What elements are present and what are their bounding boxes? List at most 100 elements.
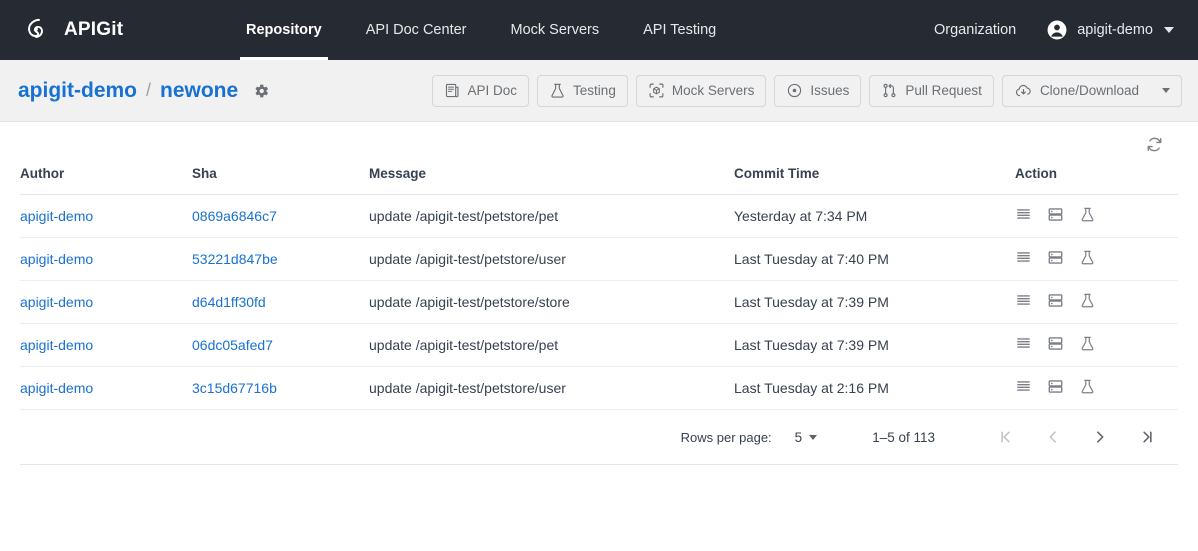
account-circle-icon [1047,20,1067,40]
mock-servers-button[interactable]: Mock Servers [635,74,767,107]
sha-link[interactable]: 0869a6846c7 [192,208,277,224]
row-action-commit-detail[interactable] [1015,206,1032,226]
row-action-mock-server[interactable] [1047,335,1064,355]
testing-button[interactable]: Testing [537,74,628,107]
api-doc-icon [445,83,459,98]
breadcrumb-owner[interactable]: apigit-demo [18,79,137,103]
row-action-testing[interactable] [1079,249,1096,269]
cell-sha: 0869a6846c7 [192,194,369,238]
column-header-sha[interactable]: Sha [192,166,369,195]
row-action-mock-server[interactable] [1047,206,1064,226]
row-action-testing[interactable] [1079,206,1096,226]
table-header-row: Author Sha Message Commit Time Action [20,166,1178,195]
chevron-down-icon [1164,27,1174,33]
row-action-icons [1015,292,1178,312]
pull-request-button[interactable]: Pull Request [869,74,994,107]
author-link[interactable]: apigit-demo [20,208,93,224]
nav-right-group: Organization apigit-demo [920,19,1178,41]
cell-commit-time: Last Tuesday at 2:16 PM [734,366,1015,410]
column-header-message[interactable]: Message [369,166,734,195]
cell-action [1015,280,1178,324]
sha-link[interactable]: 3c15d67716b [192,380,277,396]
cell-author: apigit-demo [20,194,192,238]
cell-commit-time: Last Tuesday at 7:39 PM [734,323,1015,367]
row-action-icons [1015,206,1178,226]
repo-action-buttons: API Doc Testing Mock Servers Issues Pull… [431,74,1182,107]
column-header-author[interactable]: Author [20,166,192,195]
testing-flask-icon [1081,293,1094,308]
row-action-icons [1015,249,1178,269]
user-menu[interactable]: apigit-demo [1046,19,1178,41]
breadcrumb-repo[interactable]: newone [160,79,238,103]
row-action-icons [1015,378,1178,398]
rows-per-page-label: Rows per page: [680,429,772,445]
row-action-mock-server[interactable] [1047,292,1064,312]
table-row: apigit-demo 0869a6846c7 update /apigit-t… [20,194,1178,238]
chevron-down-icon [809,434,818,440]
cell-message: update /apigit-test/petstore/user [369,366,734,410]
row-action-testing[interactable] [1079,378,1096,398]
row-action-testing[interactable] [1079,335,1096,355]
pagination: Rows per page: 5 1–5 of 113 [20,410,1178,465]
pull-request-button-label: Pull Request [905,83,982,98]
brand[interactable]: APIGit [24,15,224,45]
last-page-button[interactable] [1123,420,1170,454]
cell-author: apigit-demo [20,366,192,410]
cell-commit-time: Yesterday at 7:34 PM [734,194,1015,238]
mock-server-icon [1048,294,1063,307]
previous-page-button[interactable] [1029,420,1076,454]
sha-link[interactable]: 53221d847be [192,251,278,267]
commit-detail-list-icon [1017,252,1030,262]
row-action-commit-detail[interactable] [1015,335,1032,355]
next-page-button[interactable] [1076,420,1123,454]
cell-action [1015,366,1178,410]
user-name: apigit-demo [1077,22,1153,38]
row-action-commit-detail[interactable] [1015,292,1032,312]
chevron-down-icon [1162,88,1170,93]
rows-per-page-select[interactable]: 5 [795,430,818,445]
cell-sha: 06dc05afed7 [192,323,369,367]
issue-dot-circle-icon [788,83,802,98]
author-link[interactable]: apigit-demo [20,294,93,310]
row-action-commit-detail[interactable] [1015,249,1032,269]
sha-link[interactable]: 06dc05afed7 [192,337,273,353]
nav-item-repository[interactable]: Repository [224,0,344,60]
row-action-testing[interactable] [1079,292,1096,312]
cell-sha: 3c15d67716b [192,366,369,410]
issues-button[interactable]: Issues [774,74,862,107]
clone-download-button[interactable]: Clone/Download [1001,74,1182,107]
cell-author: apigit-demo [20,237,192,281]
cell-author: apigit-demo [20,323,192,367]
row-action-mock-server[interactable] [1047,249,1064,269]
nav-item-api-doc-center[interactable]: API Doc Center [344,0,489,60]
author-link[interactable]: apigit-demo [20,380,93,396]
testing-flask-icon [1081,207,1094,222]
mock-server-icon [1048,208,1063,221]
column-header-commit-time[interactable]: Commit Time [734,166,1015,195]
cell-message: update /apigit-test/petstore/user [369,237,734,281]
gear-icon[interactable] [252,82,270,100]
api-doc-button[interactable]: API Doc [431,74,530,107]
testing-flask-icon [1081,379,1094,394]
mock-servers-button-label: Mock Servers [671,83,755,98]
cell-message: update /apigit-test/petstore/pet [369,323,734,367]
cell-action [1015,323,1178,367]
nav-item-mock-servers[interactable]: Mock Servers [489,0,622,60]
repo-subheader: apigit-demo / newone API Doc Testing Moc… [0,60,1198,122]
author-link[interactable]: apigit-demo [20,251,93,267]
row-action-mock-server[interactable] [1047,378,1064,398]
first-page-button[interactable] [982,420,1029,454]
refresh-button[interactable] [1141,131,1167,157]
pagination-buttons [982,420,1170,454]
commit-detail-list-icon [1017,295,1030,305]
sha-link[interactable]: d64d1ff30fd [192,294,266,310]
nav-item-api-testing[interactable]: API Testing [621,0,738,60]
commit-detail-list-icon [1017,338,1030,348]
cell-action [1015,237,1178,281]
commits-table-head: Author Sha Message Commit Time Action [20,166,1178,195]
nav-item-organization[interactable]: Organization [920,22,1046,38]
row-action-commit-detail[interactable] [1015,378,1032,398]
cell-sha: d64d1ff30fd [192,280,369,324]
breadcrumb-separator: / [146,80,152,100]
author-link[interactable]: apigit-demo [20,337,93,353]
